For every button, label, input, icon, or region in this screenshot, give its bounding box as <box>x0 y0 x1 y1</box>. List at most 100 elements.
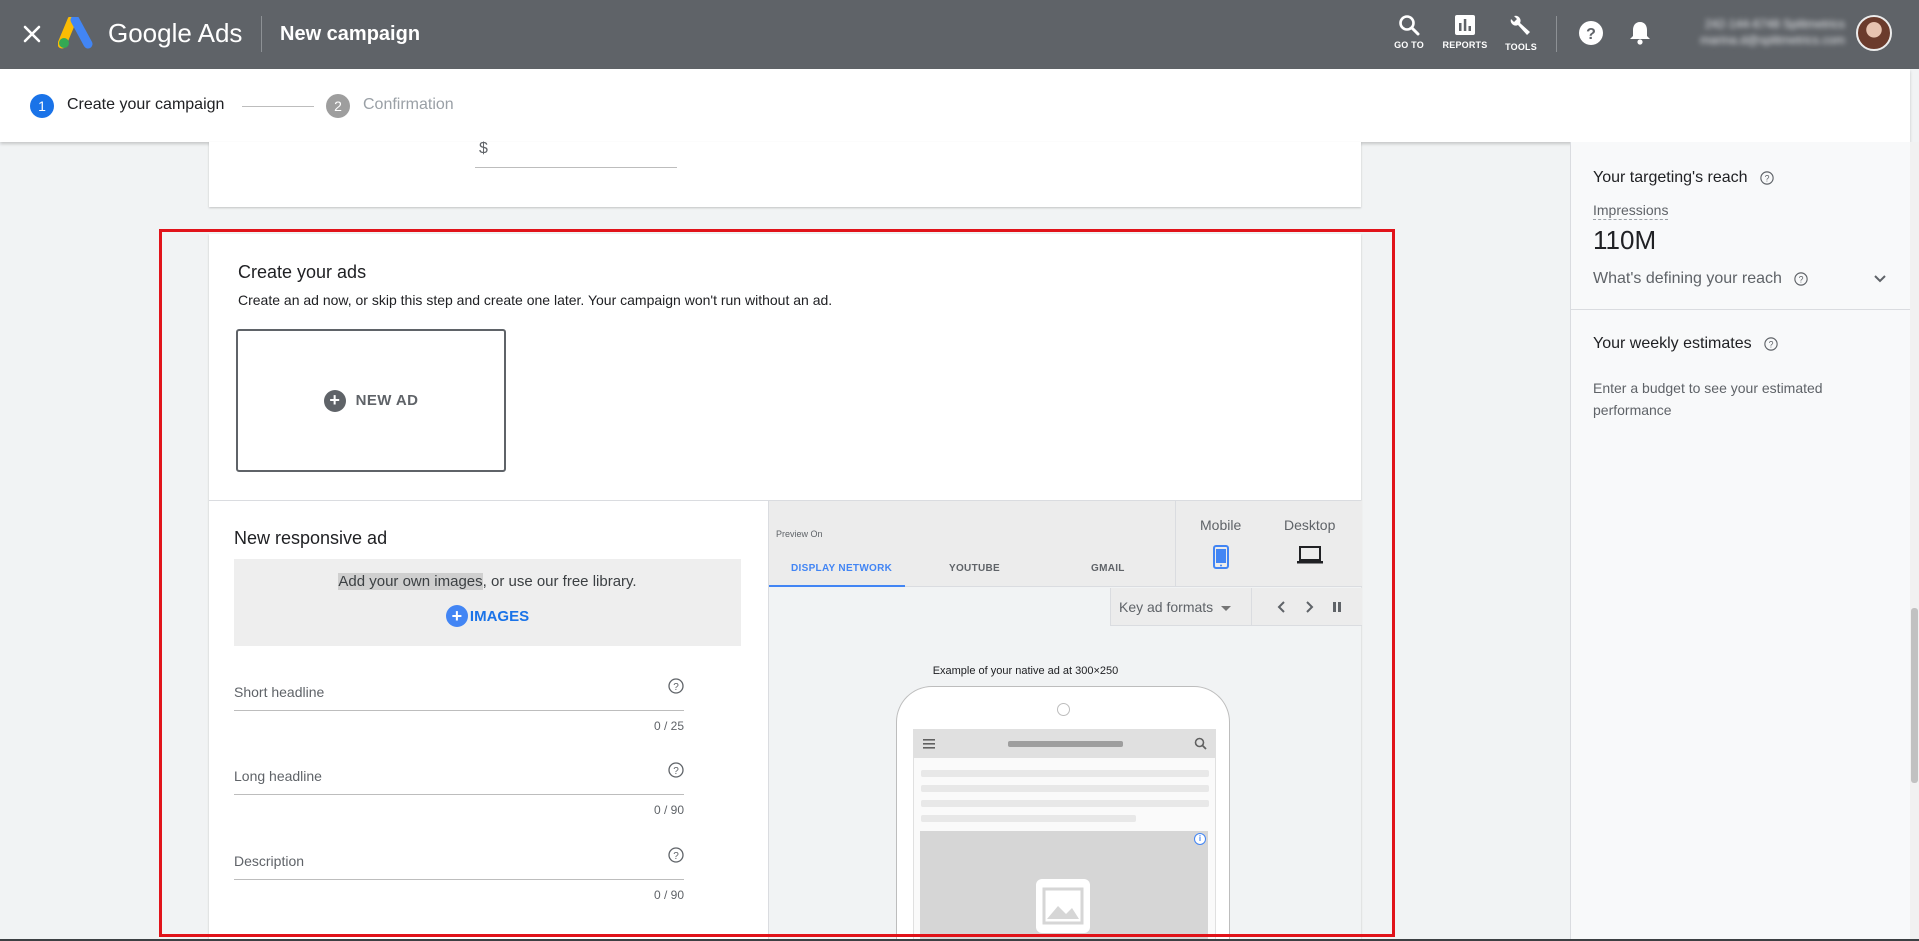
placeholder-line <box>921 785 1209 792</box>
new-ad-button[interactable]: + NEW AD <box>236 329 506 472</box>
phone-screen: i <box>913 729 1216 941</box>
help-circle-icon[interactable]: ? <box>668 678 684 694</box>
responsive-ad-title: New responsive ad <box>234 528 388 548</box>
estimates-sidebar: Your targeting's reach ? Impressions 110… <box>1570 142 1910 941</box>
short-headline-field[interactable]: Short headline ? 0 / 25 <box>234 678 684 733</box>
chevron-right-icon[interactable] <box>1299 597 1319 617</box>
tab-gmail[interactable]: GMAIL <box>1091 563 1125 574</box>
example-caption: Example of your native ad at 300×250 <box>932 665 1119 677</box>
images-button-label: IMAGES <box>469 607 530 625</box>
account-info[interactable]: 242-144-6748 Splitmetrics marina.d@split… <box>1660 16 1845 48</box>
device-desktop-label: Desktop <box>1284 517 1336 533</box>
sidebar-divider <box>1571 309 1910 310</box>
bell-icon[interactable] <box>1628 20 1656 48</box>
avatar[interactable] <box>1856 15 1892 51</box>
long-headline-field[interactable]: Long headline ? 0 / 90 <box>234 762 684 817</box>
help-circle-icon[interactable]: ? <box>668 762 684 778</box>
create-ads-card: Create your ads Create an ad now, or ski… <box>209 234 1362 941</box>
svg-text:?: ? <box>1586 26 1596 43</box>
google-ads-logo-icon <box>57 15 96 49</box>
defining-reach-toggle[interactable]: What's defining your reach ? <box>1593 270 1889 288</box>
help-circle-icon[interactable]: ? <box>668 847 684 863</box>
device-mobile[interactable]: Mobile <box>1200 517 1241 569</box>
search-icon <box>1399 15 1420 36</box>
wrench-icon <box>1510 15 1530 35</box>
reports-label: REPORTS <box>1442 40 1488 50</box>
account-email: marina.d@splitmetrics.com <box>1700 33 1845 47</box>
goto-button[interactable]: GO TO <box>1384 14 1434 50</box>
create-ads-subtitle: Create an ad now, or skip this step and … <box>238 292 833 308</box>
description-input[interactable]: Description <box>234 853 684 880</box>
long-headline-counter: 0 / 90 <box>653 803 684 817</box>
image-icon <box>1036 879 1090 933</box>
defining-reach-label: What's defining your reach <box>1593 270 1782 287</box>
active-tab-indicator <box>769 585 905 587</box>
weekly-title-text: Your weekly estimates <box>1593 335 1752 352</box>
description-counter: 0 / 90 <box>653 888 684 902</box>
ad-preview-panel: Preview On DISPLAY NETWORK YOUTUBE GMAIL… <box>768 501 1362 941</box>
add-images-link[interactable]: Add your own images <box>338 573 483 590</box>
short-headline-counter: 0 / 25 <box>653 719 684 733</box>
tools-button[interactable]: TOOLS <box>1496 14 1546 52</box>
step-2-label[interactable]: Confirmation <box>363 96 454 114</box>
phone-icon <box>1212 545 1229 569</box>
campaign-stepper: 1 Create your campaign 2 Confirmation <box>0 69 1910 142</box>
ad-image-placeholder: i <box>920 831 1208 941</box>
svg-text:?: ? <box>673 766 679 777</box>
placeholder-line <box>921 770 1209 777</box>
long-headline-input[interactable]: Long headline <box>234 768 684 795</box>
weekly-title: Your weekly estimates ? <box>1593 335 1778 353</box>
images-panel: Add your own images, or use our free lib… <box>234 559 741 646</box>
help-circle-icon[interactable]: ? <box>1794 272 1809 286</box>
phone-camera <box>1057 703 1070 716</box>
placeholder-line <box>921 800 1209 807</box>
format-divider <box>1251 588 1252 626</box>
format-toolbar: Key ad formats <box>1110 588 1362 626</box>
search-icon <box>1194 737 1207 750</box>
toolbar-divider <box>1556 16 1557 52</box>
weekly-note: Enter a budget to see your estimated per… <box>1593 380 1823 418</box>
currency-symbol: $ <box>479 140 488 157</box>
dropdown-arrow-icon <box>1221 605 1232 611</box>
help-icon[interactable]: ? <box>1578 20 1606 48</box>
header-divider <box>261 16 262 52</box>
svg-text:?: ? <box>673 682 679 693</box>
step-connector <box>242 106 314 107</box>
scrollbar-thumb[interactable] <box>1911 608 1918 783</box>
budget-input[interactable]: $ <box>475 140 677 168</box>
impressions-value: 110M <box>1593 225 1657 255</box>
add-circle-icon: + <box>323 389 346 412</box>
impressions-label[interactable]: Impressions <box>1593 202 1669 220</box>
create-ads-title: Create your ads <box>238 262 367 282</box>
device-desktop[interactable]: Desktop <box>1284 517 1335 565</box>
account-id: 242-144-6748 Splitmetrics <box>1704 17 1845 31</box>
brand-name: Google Ads <box>108 18 243 48</box>
step-1-label[interactable]: Create your campaign <box>67 96 224 114</box>
svg-text:?: ? <box>1769 339 1774 349</box>
new-ad-label: NEW AD <box>355 392 419 409</box>
svg-text:?: ? <box>1799 274 1804 284</box>
help-circle-icon[interactable]: ? <box>1764 337 1778 351</box>
svg-text:?: ? <box>1765 173 1770 183</box>
tab-youtube[interactable]: YOUTUBE <box>949 563 1000 574</box>
ad-format-select[interactable]: Key ad formats <box>1119 599 1232 615</box>
tools-label: TOOLS <box>1505 42 1537 52</box>
svg-text:?: ? <box>673 851 679 862</box>
short-headline-input[interactable]: Short headline <box>234 684 684 711</box>
tab-display-network[interactable]: DISPLAY NETWORK <box>791 563 892 574</box>
phone-mockup: i <box>896 686 1230 941</box>
help-circle-icon[interactable]: ? <box>1760 171 1774 185</box>
chevron-left-icon[interactable] <box>1272 597 1292 617</box>
page-scrollbar[interactable] <box>1910 142 1919 941</box>
reach-title-text: Your targeting's reach <box>1593 169 1748 186</box>
bar-chart-icon <box>1455 15 1475 35</box>
description-field[interactable]: Description ? 0 / 90 <box>234 847 684 902</box>
chevron-down-icon[interactable] <box>1871 270 1889 288</box>
reports-button[interactable]: REPORTS <box>1440 14 1490 50</box>
preview-header: Preview On DISPLAY NETWORK YOUTUBE GMAIL… <box>769 501 1362 587</box>
images-button[interactable]: + IMAGES <box>445 605 530 627</box>
close-icon[interactable] <box>18 20 46 48</box>
device-divider <box>1175 501 1176 587</box>
pause-icon[interactable] <box>1327 597 1347 617</box>
laptop-icon <box>1296 546 1323 564</box>
